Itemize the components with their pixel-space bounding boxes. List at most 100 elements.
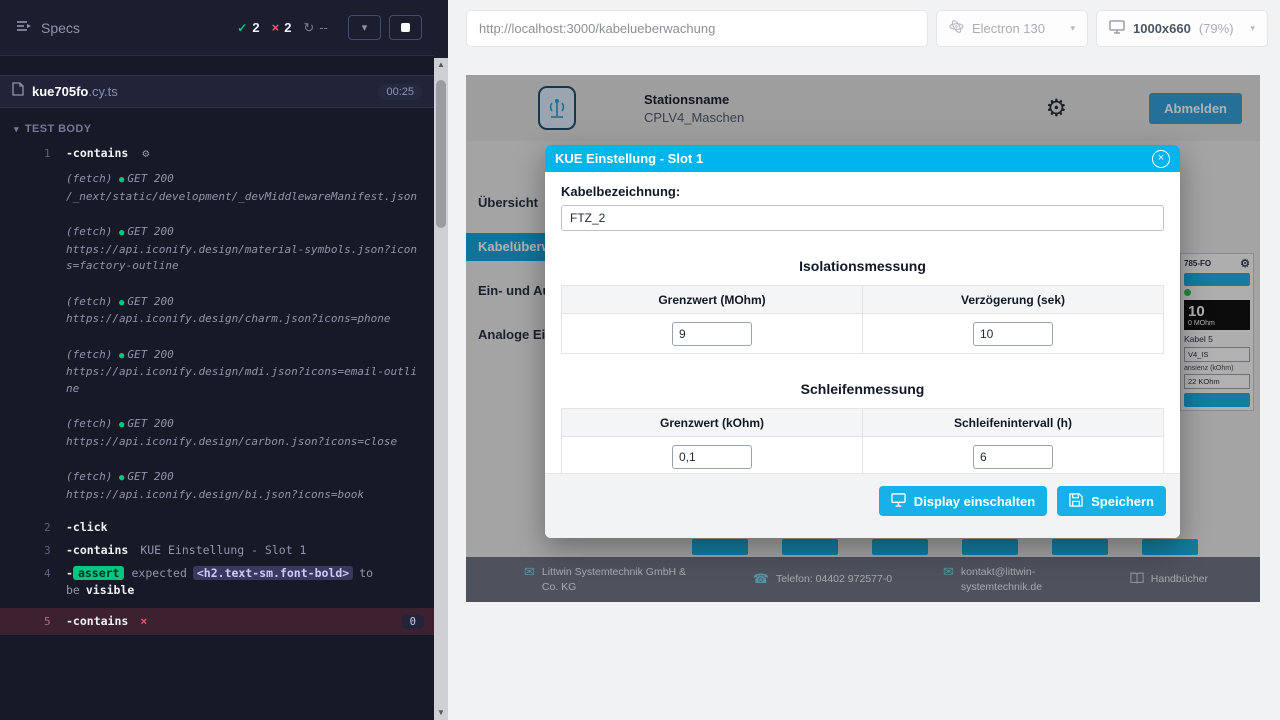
fetch-url: https://api.iconify.design/mdi.json?icon… [66,364,420,397]
chevron-down-icon: ▾ [1250,23,1255,34]
fetch-status: GET 200 [127,470,173,483]
reporter-header: Specs ✓2 ×2 ↻-- ▾ [0,0,434,56]
col-header: Grenzwert (MOhm) [562,286,863,314]
chevron-down-icon: ▾ [362,21,368,34]
scroll-up-arrow[interactable]: ▲ [434,58,448,72]
command-row-contains-2[interactable]: 3 -containsKUE Einstellung - Slot 1 [0,539,434,562]
scroll-down-arrow[interactable]: ▼ [434,706,448,720]
iso-limit-input[interactable] [672,322,752,346]
status-dot: ● [119,473,124,483]
aut-area: Electron 130 ▾ 1000x660 (79%) ▾ Stations… [448,0,1280,720]
isolation-table: Grenzwert (MOhm) Verzögerung (sek) [561,285,1164,354]
viewport-zoom: (79%) [1199,21,1234,36]
passed-stat: ✓2 [237,20,259,35]
suite-header[interactable]: ▾TEST BODY [0,108,434,142]
fetch-status: GET 200 [127,225,173,238]
fetch-log[interactable]: (fetch) ●GET 200 https://api.iconify.des… [0,347,434,398]
loop-table: Grenzwert (kOhm) Schleifenintervall (h) [561,408,1164,473]
fetch-log-body: (fetch) ●GET 200 https://api.iconify.des… [66,347,434,398]
assert-expectation: visible [86,583,134,597]
fetch-log[interactable]: (fetch) ●GET 200 https://api.iconify.des… [0,469,434,503]
fetch-url: https://api.iconify.design/bi.json?icons… [66,487,420,504]
command-number: 5 [0,613,66,630]
status-dot: ● [119,420,124,430]
specs-label[interactable]: Specs [41,20,80,36]
save-button[interactable]: Speichern [1057,486,1166,516]
app-under-test: Stationsname CPLV4_Maschen ⚙ Abmelden Üb… [466,75,1260,602]
command-argument: KUE Einstellung - Slot 1 [140,543,306,557]
failed-icon: × [272,20,280,35]
modal-header: KUE Einstellung - Slot 1 × [545,145,1180,172]
fetch-status: GET 200 [127,295,173,308]
viewport-icon [1109,20,1125,37]
fetch-url: https://api.iconify.design/material-symb… [66,242,420,275]
stop-tests-button[interactable] [389,15,422,40]
viewport-selector[interactable]: 1000x660 (79%) ▾ [1096,10,1268,47]
command-row-contains-failed[interactable]: 5 -contains× 0 [0,608,434,635]
command-text: -containsKUE Einstellung - Slot 1 [66,542,434,559]
aut-toolbar: Electron 130 ▾ 1000x660 (79%) ▾ [448,0,1280,56]
command-row-click[interactable]: 2 -click [0,516,434,539]
fail-count-badge: 0 [402,615,424,629]
test-stats: ✓2 ×2 ↻-- [237,20,340,36]
fetch-label: (fetch) [66,172,112,185]
browser-name: Electron 130 [972,21,1045,36]
command-number: 3 [0,542,66,559]
command-text: -click [66,519,434,536]
command-number: 4 [0,565,66,599]
scrollbar-thumb[interactable] [436,80,446,228]
fetch-log[interactable]: (fetch) ●GET 200 https://api.iconify.des… [0,416,434,450]
command-text: -contains⚙ [66,145,434,162]
specs-menu-icon[interactable] [16,19,32,37]
col-header: Schleifenintervall (h) [863,409,1164,437]
fetch-url: /_next/static/development/_devMiddleware… [66,189,420,206]
gear-glyph: ⚙ [142,146,149,160]
loop-interval-input[interactable] [973,445,1053,469]
viewport-size: 1000x660 [1133,21,1191,36]
fetch-status: GET 200 [127,172,173,185]
fetch-url: https://api.iconify.design/charm.json?ic… [66,311,420,328]
fetch-log[interactable]: (fetch) ●GET 200 https://api.iconify.des… [0,224,434,275]
status-dot: ● [119,351,124,361]
status-dot: ● [119,298,124,308]
fetch-url: https://api.iconify.design/carbon.json?i… [66,434,420,451]
pending-count: -- [319,20,328,35]
cable-name-input[interactable] [561,205,1164,231]
fetch-log-body: (fetch) ●GET 200 https://api.iconify.des… [66,294,434,328]
assert-text: -assertexpected<h2.text-sm.font-bold>to … [66,565,434,599]
chevron-down-icon: ▾ [1070,23,1075,34]
save-icon [1069,493,1083,510]
display-on-button[interactable]: Display einschalten [879,486,1047,516]
scrollbar-track[interactable] [434,72,448,706]
assert-badge: assert [73,566,125,580]
fetch-log[interactable]: (fetch) ●GET 200 https://api.iconify.des… [0,294,434,328]
fetch-status: GET 200 [127,348,173,361]
command-row-contains-1[interactable]: 1 -contains⚙ [0,142,434,165]
cypress-reporter: Specs ✓2 ×2 ↻-- ▾ kue705fo.cy.ts 00:25 ▾… [0,0,434,720]
iso-delay-input[interactable] [973,322,1053,346]
close-icon[interactable]: × [1152,150,1170,168]
modal-title: KUE Einstellung - Slot 1 [555,151,703,166]
loop-section-title: Schleifenmessung [561,381,1164,397]
collapse-runner-button[interactable]: ▾ [348,15,381,40]
command-row-assert[interactable]: 4 -assertexpected<h2.text-sm.font-bold>t… [0,562,434,602]
fetch-log-body: (fetch) ●GET 200 https://api.iconify.des… [66,224,434,275]
fetch-label: (fetch) [66,348,112,361]
command-number: 1 [0,145,66,162]
file-icon [12,82,24,101]
browser-selector[interactable]: Electron 130 ▾ [936,10,1088,47]
stop-icon [401,23,410,32]
loop-limit-input[interactable] [672,445,752,469]
url-input[interactable] [466,10,928,47]
fetch-status: GET 200 [127,417,173,430]
spec-extension: .cy.ts [88,84,117,99]
status-dot: ● [119,228,124,238]
command-number: 2 [0,519,66,536]
fetch-log[interactable]: (fetch) ●GET 200 /_next/static/developme… [0,171,434,205]
command-text: -contains× [66,613,402,630]
col-header: Grenzwert (kOhm) [562,409,863,437]
fetch-label: (fetch) [66,470,112,483]
spec-file-row[interactable]: kue705fo.cy.ts 00:25 [0,75,434,108]
cable-name-label: Kabelbezeichnung: [561,184,1164,199]
status-dot: ● [119,175,124,185]
